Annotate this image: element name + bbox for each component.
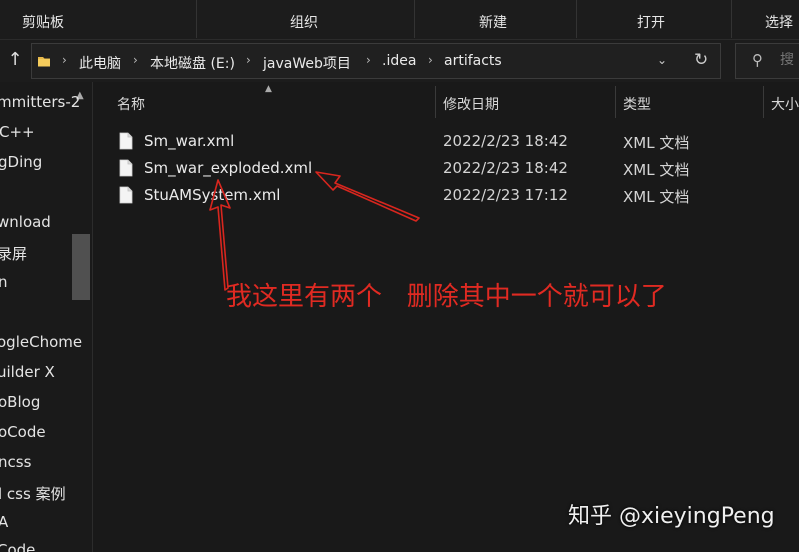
file-date: 2022/2/23 18:42 — [443, 159, 568, 177]
column-separator[interactable] — [615, 86, 616, 118]
nav-scrollbar-thumb[interactable] — [72, 234, 90, 300]
file-name: Sm_war.xml — [144, 132, 235, 150]
watermark: 知乎 @xieyingPeng — [568, 504, 775, 529]
nav-item[interactable]: wnload — [0, 213, 51, 231]
nav-item[interactable]: oBlog — [0, 393, 40, 411]
ribbon-group-new[interactable]: 新建 — [479, 12, 507, 32]
nav-item[interactable]: Code — [0, 541, 35, 552]
column-separator[interactable] — [763, 86, 764, 118]
search-input[interactable] — [780, 52, 799, 68]
nav-item[interactable]: uilder X — [0, 363, 55, 381]
breadcrumb-local-disk[interactable]: 本地磁盘 (E:) — [150, 53, 235, 73]
address-row: ↑ › 此电脑 › 本地磁盘 (E:) › javaWeb项目 › .idea … — [0, 40, 799, 82]
column-header-type[interactable]: 类型 — [623, 94, 651, 114]
nav-item[interactable]: n — [0, 273, 8, 291]
breadcrumb-idea[interactable]: .idea — [382, 53, 416, 69]
nav-item[interactable]: C++ — [0, 123, 35, 141]
nav-item[interactable]: ncss — [0, 453, 31, 471]
breadcrumb-javaweb-project[interactable]: javaWeb项目 — [263, 53, 351, 73]
ribbon-separator — [731, 0, 732, 38]
ribbon-group-select[interactable]: 选择 — [765, 12, 793, 32]
nav-item[interactable]: oCode — [0, 423, 46, 441]
ribbon-separator — [576, 0, 577, 38]
nav-item[interactable]: mmitters-2 — [0, 93, 80, 111]
ribbon-group-organize[interactable]: 组织 — [290, 12, 318, 32]
search-icon: ⚲ — [752, 51, 763, 69]
ribbon-group-labels: 剪贴板 组织 新建 打开 选择 — [0, 0, 799, 40]
file-row[interactable]: Sm_war_exploded.xml 2022/2/23 18:42 XML … — [109, 155, 799, 181]
file-type: XML 文档 — [623, 188, 690, 206]
file-row[interactable]: StuAMSystem.xml 2022/2/23 17:12 XML 文档 — [109, 182, 799, 208]
file-date: 2022/2/23 17:12 — [443, 186, 568, 204]
column-header-name[interactable]: 名称 — [117, 94, 145, 114]
annotation-note: 我这里有两个 删除其中一个就可以了 — [226, 282, 667, 312]
file-icon — [119, 186, 133, 204]
ribbon-group-clipboard[interactable]: 剪贴板 — [22, 12, 64, 32]
file-name: Sm_war_exploded.xml — [144, 159, 313, 177]
file-type: XML 文档 — [623, 134, 690, 152]
address-bar[interactable]: › 此电脑 › 本地磁盘 (E:) › javaWeb项目 › .idea › … — [31, 43, 721, 79]
chevron-right-icon[interactable]: › — [246, 53, 251, 67]
ribbon-separator — [196, 0, 197, 38]
nav-item[interactable]: ogleChome — [0, 333, 82, 351]
file-list: ▲ 名称 修改日期 类型 大小 Sm_war.xml 2022/2/23 18:… — [93, 82, 799, 552]
ribbon-separator — [414, 0, 415, 38]
file-date: 2022/2/23 18:42 — [443, 132, 568, 150]
chevron-right-icon: › — [62, 53, 67, 67]
ribbon-group-open[interactable]: 打开 — [637, 12, 665, 32]
file-row[interactable]: Sm_war.xml 2022/2/23 18:42 XML 文档 — [109, 128, 799, 154]
arrow-up-icon: ↑ — [7, 49, 23, 70]
folder-icon — [38, 57, 50, 67]
file-type: XML 文档 — [623, 161, 690, 179]
chevron-right-icon[interactable]: › — [428, 53, 433, 67]
nav-item[interactable]: A — [0, 513, 8, 531]
nav-item[interactable]: l css 案例 — [0, 483, 66, 504]
sort-ascending-icon: ▲ — [265, 84, 272, 94]
chevron-right-icon[interactable]: › — [366, 53, 371, 67]
search-box[interactable]: ⚲ — [735, 43, 799, 79]
file-icon — [119, 132, 133, 150]
file-name: StuAMSystem.xml — [144, 186, 281, 204]
nav-item[interactable]: 录屏 — [0, 243, 27, 264]
file-icon — [119, 159, 133, 177]
up-button[interactable]: ↑ — [4, 49, 26, 73]
refresh-icon[interactable]: ↻ — [694, 50, 708, 70]
chevron-right-icon[interactable]: › — [133, 53, 138, 67]
column-header-size[interactable]: 大小 — [771, 94, 799, 114]
nav-item[interactable]: gDing — [0, 153, 42, 171]
column-separator[interactable] — [435, 86, 436, 118]
column-header-date[interactable]: 修改日期 — [443, 94, 499, 114]
navigation-pane: ▲ mmitters-2 C++ gDing wnload 录屏 n ogleC… — [0, 82, 92, 552]
breadcrumb-this-pc[interactable]: 此电脑 — [79, 53, 121, 73]
breadcrumb-artifacts[interactable]: artifacts — [444, 53, 502, 69]
chevron-down-icon[interactable]: ⌄ — [657, 53, 667, 67]
